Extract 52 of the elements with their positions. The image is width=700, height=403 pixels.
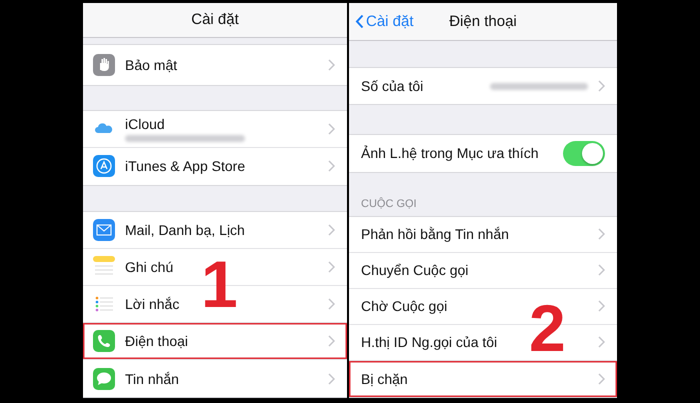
- row-label: Tin nhắn: [125, 370, 180, 386]
- chevron-icon: [328, 335, 335, 347]
- settings-row[interactable]: Chuyển Cuộc gọi: [349, 252, 617, 289]
- settings-row[interactable]: iTunes & App Store: [83, 148, 347, 185]
- chevron-icon: [328, 298, 335, 310]
- chevron-icon: [328, 160, 335, 172]
- chevron-icon: [328, 261, 335, 273]
- section-header: CUỘC GỌI: [361, 198, 417, 210]
- row-label: Số của tôi: [361, 78, 424, 94]
- speech-bubble-icon: [93, 368, 115, 390]
- row-label: Bảo mật: [125, 56, 178, 73]
- row-label: H.thị ID Ng.gọi của tôi: [361, 334, 498, 350]
- chevron-icon: [598, 372, 605, 385]
- chevron-icon: [598, 228, 605, 240]
- row-label: Ảnh L.hệ trong Mục ưa thích: [361, 145, 540, 162]
- envelope-icon: [93, 219, 115, 241]
- settings-row[interactable]: Phản hồi bằng Tin nhắn: [349, 216, 617, 253]
- nav-title: Cài đặt: [191, 11, 239, 28]
- row-label: Phản hồi bằng Tin nhắn: [361, 226, 510, 242]
- chevron-icon: [328, 372, 335, 384]
- settings-row[interactable]: Số của tôi: [349, 68, 617, 104]
- app-store-icon: [93, 155, 115, 178]
- settings-row[interactable]: Ảnh L.hệ trong Mục ưa thích: [349, 134, 617, 172]
- row-label: Lời nhắc: [125, 296, 180, 312]
- toggle-switch[interactable]: [563, 140, 605, 166]
- chevron-icon: [328, 58, 335, 71]
- chevron-icon: [598, 264, 605, 276]
- settings-row[interactable]: Bảo mật: [83, 44, 347, 85]
- row-label: iCloud: [125, 116, 166, 132]
- hand-icon: [93, 54, 115, 76]
- settings-row[interactable]: Bị chặn: [349, 360, 617, 397]
- settings-row[interactable]: Mail, Danh bạ, Lịch: [83, 212, 347, 249]
- row-label: Chuyển Cuộc gọi: [361, 262, 470, 278]
- row-label: Điện thoại: [125, 333, 190, 349]
- row-label: Bị chặn: [361, 370, 409, 387]
- settings-row[interactable]: iCloud: [83, 110, 347, 148]
- chevron-icon: [328, 122, 335, 135]
- back-label[interactable]: Cài đặt: [366, 13, 414, 30]
- chevron-icon: [598, 80, 605, 92]
- settings-row[interactable]: Điện thoại: [83, 323, 347, 360]
- nav-title: Điện thoại: [449, 13, 517, 30]
- chevron-icon: [328, 224, 335, 236]
- back-link[interactable]: Cài đặt: [355, 13, 414, 30]
- row-label: iTunes & App Store: [125, 158, 246, 174]
- phone-icon: [93, 330, 115, 352]
- settings-row[interactable]: Tin nhắn: [83, 360, 347, 397]
- row-label: Chờ Cuộc gọi: [361, 298, 448, 314]
- row-label: Ghi chú: [125, 259, 174, 275]
- row-label: Mail, Danh bạ, Lịch: [125, 222, 246, 238]
- back-chevron-icon: [355, 14, 364, 29]
- chevron-icon: [598, 336, 605, 348]
- chevron-icon: [598, 300, 605, 312]
